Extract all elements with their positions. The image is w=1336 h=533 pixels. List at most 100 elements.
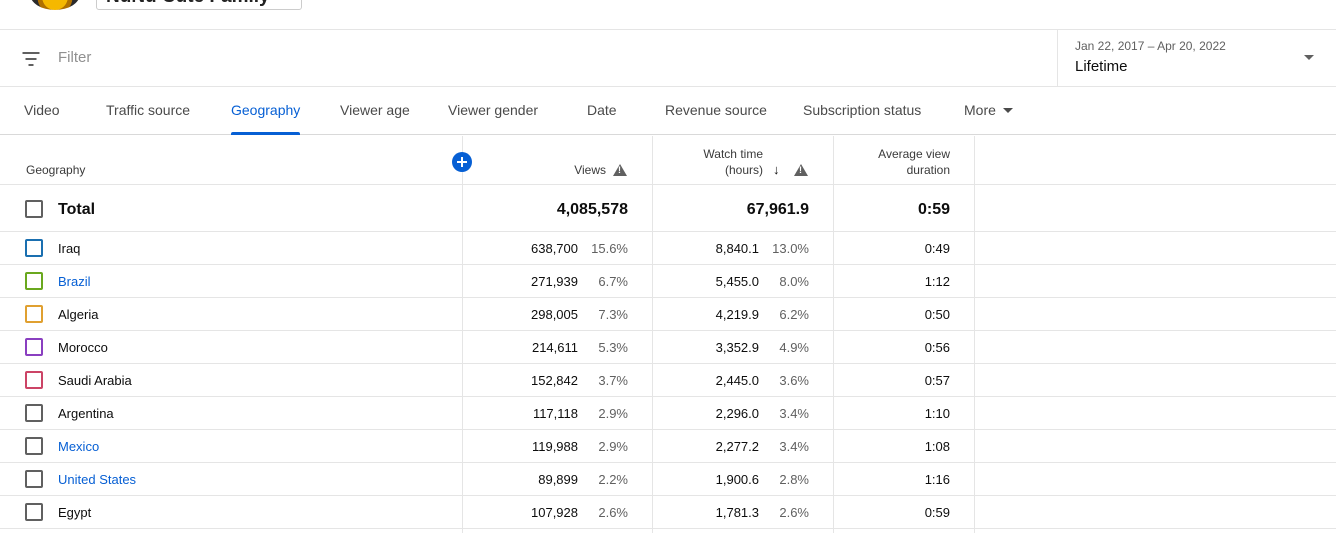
watch-time-percent: 3.4% — [779, 406, 809, 421]
average-view-duration-value: 1:08 — [924, 439, 950, 454]
watch-time-percent: 3.4% — [779, 439, 809, 454]
views-percent: 7.3% — [598, 307, 628, 322]
watch-time-value: 3,352.9 — [715, 340, 759, 355]
sort-descending-icon[interactable]: ↓ — [773, 162, 780, 177]
country-name: Algeria — [58, 307, 99, 322]
tab-viewer-gender[interactable]: Viewer gender — [448, 87, 538, 135]
country-name[interactable]: Brazil — [58, 274, 91, 289]
country-name: Iraq — [58, 241, 81, 256]
watch-time-value: 8,840.1 — [715, 241, 759, 256]
warning-icon[interactable] — [794, 164, 808, 176]
tab-revenue-source[interactable]: Revenue source — [665, 87, 767, 135]
watch-time-value: 1,900.6 — [715, 472, 759, 487]
tab-viewer-age[interactable]: Viewer age — [340, 87, 410, 135]
row-checkbox[interactable] — [25, 305, 43, 323]
table-row[interactable]: Argentina 117,118 2.9% 2,296.0 3.4% 1:10 — [0, 397, 1336, 430]
row-checkbox[interactable] — [25, 338, 43, 356]
header-watch-time[interactable]: Watch time — [680, 146, 763, 162]
watch-time-percent: 2.6% — [779, 505, 809, 520]
channel-selector[interactable]: NuNu Cute Family ✕ — [96, 0, 302, 10]
country-name[interactable]: United States — [58, 472, 136, 487]
row-checkbox[interactable] — [25, 239, 43, 257]
date-period-text: Lifetime — [1075, 58, 1128, 75]
filter-bar: Jan 22, 2017 – Apr 20, 2022 Lifetime — [0, 30, 1336, 87]
country-name: Morocco — [58, 340, 108, 355]
table-row[interactable]: Iraq 638,700 15.6% 8,840.1 13.0% 0:49 — [0, 232, 1336, 265]
views-value: 117,118 — [532, 406, 578, 421]
date-range-picker[interactable]: Jan 22, 2017 – Apr 20, 2022 Lifetime — [1057, 30, 1336, 86]
header-average-view-duration[interactable]: Average view — [850, 146, 950, 162]
table-row[interactable]: Mexico 119,988 2.9% 2,277.2 3.4% 1:08 — [0, 430, 1336, 463]
country-name[interactable]: Mexico — [58, 439, 99, 454]
filter-icon[interactable] — [22, 52, 39, 66]
total-average-view-duration: 0:59 — [917, 201, 950, 218]
total-views: 4,085,578 — [556, 201, 628, 218]
watch-time-percent: 13.0% — [772, 241, 809, 256]
date-range-text: Jan 22, 2017 – Apr 20, 2022 — [1075, 39, 1226, 53]
tab-video[interactable]: Video — [24, 87, 60, 135]
row-checkbox[interactable] — [25, 272, 43, 290]
row-checkbox[interactable] — [25, 470, 43, 488]
row-checkbox[interactable] — [25, 371, 43, 389]
tab-geography[interactable]: Geography — [231, 87, 301, 135]
table-row[interactable]: Algeria 298,005 7.3% 4,219.9 6.2% 0:50 — [0, 298, 1336, 331]
caret-down-icon — [1002, 108, 1013, 113]
tab-traffic-source[interactable]: Traffic source — [106, 87, 190, 135]
views-value: 271,939 — [531, 274, 578, 289]
table-header: Geography Views Watch time (hours) ↓ Ave… — [0, 136, 1336, 185]
row-checkbox[interactable] — [25, 503, 43, 521]
table-row[interactable]: United States 89,899 2.2% 1,900.6 2.8% 1:16 — [0, 463, 1336, 496]
average-view-duration-value: 0:57 — [924, 373, 950, 388]
average-view-duration-value: 0:56 — [924, 340, 950, 355]
views-percent: 2.9% — [598, 406, 628, 421]
total-label: Total — [58, 201, 96, 218]
views-value: 107,928 — [531, 505, 578, 520]
header-watch-time-unit: (hours) — [724, 163, 763, 177]
country-name: Egypt — [58, 505, 92, 520]
average-view-duration-value: 1:12 — [924, 274, 950, 289]
row-checkbox[interactable] — [25, 404, 43, 422]
warning-icon[interactable] — [613, 164, 627, 176]
tab-more[interactable]: More — [964, 87, 1013, 135]
row-checkbox[interactable] — [25, 437, 43, 455]
table-row[interactable]: Saudi Arabia 152,842 3.7% 2,445.0 3.6% 0:57 — [0, 364, 1336, 397]
watch-time-value: 2,445.0 — [715, 373, 759, 388]
total-watch-time: 67,961.9 — [746, 201, 809, 218]
watch-time-value: 1,781.3 — [715, 505, 759, 520]
views-percent: 5.3% — [598, 340, 628, 355]
header-geography: Geography — [26, 163, 86, 177]
views-value: 298,005 — [531, 307, 578, 322]
filter-input[interactable] — [58, 49, 958, 66]
watch-time-percent: 3.6% — [779, 373, 809, 388]
dimension-tabs: Video Traffic source Geography Viewer ag… — [0, 87, 1336, 135]
header-views[interactable]: Views — [540, 162, 606, 178]
table-row[interactable]: Egypt 107,928 2.6% 1,781.3 2.6% 0:59 — [0, 496, 1336, 529]
average-view-duration-value: 0:59 — [924, 505, 950, 520]
views-value: 152,842 — [531, 373, 578, 388]
tab-date[interactable]: Date — [587, 87, 617, 135]
channel-avatar[interactable] — [30, 0, 80, 10]
chevron-down-icon — [1304, 55, 1314, 60]
table-row[interactable]: Brazil 271,939 6.7% 5,455.0 8.0% 1:12 — [0, 265, 1336, 298]
country-name: Saudi Arabia — [58, 373, 132, 388]
table-row[interactable]: Morocco 214,611 5.3% 3,352.9 4.9% 0:56 — [0, 331, 1336, 364]
watch-time-value: 4,219.9 — [715, 307, 759, 322]
watch-time-value: 2,296.0 — [715, 406, 759, 421]
views-percent: 3.7% — [598, 373, 628, 388]
average-view-duration-value: 1:16 — [924, 472, 950, 487]
tab-subscription-status[interactable]: Subscription status — [803, 87, 921, 135]
watch-time-percent: 6.2% — [779, 307, 809, 322]
watch-time-value: 2,277.2 — [715, 439, 759, 454]
views-value: 214,611 — [531, 340, 578, 355]
total-checkbox[interactable] — [25, 200, 43, 218]
views-value: 119,988 — [531, 439, 578, 454]
close-icon[interactable]: ✕ — [278, 0, 289, 3]
views-percent: 2.2% — [598, 472, 628, 487]
views-percent: 2.6% — [598, 505, 628, 520]
average-view-duration-value: 0:50 — [924, 307, 950, 322]
watch-time-percent: 4.9% — [779, 340, 809, 355]
add-metric-button[interactable] — [452, 152, 472, 172]
views-percent: 15.6% — [591, 241, 628, 256]
views-percent: 2.9% — [598, 439, 628, 454]
channel-name: NuNu Cute Family — [106, 0, 270, 8]
